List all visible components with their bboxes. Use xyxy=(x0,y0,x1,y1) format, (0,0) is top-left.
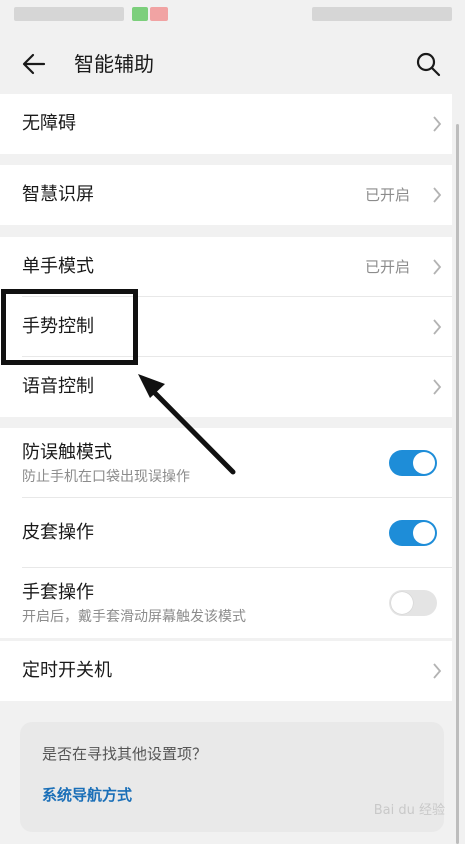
menu-item-accessibility[interactable]: 无障碍 xyxy=(0,94,452,154)
status-icons-left xyxy=(14,7,124,21)
menu-item-label: 定时开关机 xyxy=(22,660,112,681)
chevron-right-icon xyxy=(433,663,442,679)
scrollbar[interactable] xyxy=(456,124,459,844)
section-schedule: 定时开关机 xyxy=(0,641,452,701)
toggle-knob xyxy=(413,522,435,544)
menu-item-description: 开启后，戴手套滑动屏幕触发该模式 xyxy=(22,609,246,625)
toggle-knob xyxy=(413,452,435,474)
glove-toggle[interactable] xyxy=(389,590,437,616)
status-icons-right xyxy=(312,7,452,21)
menu-item-label: 皮套操作 xyxy=(22,522,94,543)
menu-item-anti-mistouch: 防误触模式 防止手机在口袋出现误操作 xyxy=(0,428,452,498)
back-arrow-icon[interactable] xyxy=(20,50,48,78)
menu-item-schedule[interactable]: 定时开关机 xyxy=(0,641,452,701)
system-navigation-link[interactable]: 系统导航方式 xyxy=(42,785,132,805)
chevron-right-icon xyxy=(433,187,442,203)
search-icon[interactable] xyxy=(414,50,442,78)
menu-item-glove: 手套操作 开启后，戴手套滑动屏幕触发该模式 xyxy=(0,568,452,638)
watermark: Bai du 经验 xyxy=(373,803,445,818)
chevron-right-icon xyxy=(433,379,442,395)
menu-item-label: 语音控制 xyxy=(22,376,94,397)
menu-item-smart-screen[interactable]: 智慧识屏 已开启 xyxy=(0,165,452,225)
section-toggles: 防误触模式 防止手机在口袋出现误操作 皮套操作 手套操作 开启后，戴手套滑动屏幕… xyxy=(0,428,452,638)
menu-item-label: 手套操作 xyxy=(22,582,94,603)
highlight-annotation-box xyxy=(1,289,138,365)
status-value: 已开启 xyxy=(364,258,410,276)
menu-item-label: 单手模式 xyxy=(22,256,94,277)
menu-item-voice[interactable]: 语音控制 xyxy=(0,357,452,417)
status-value: 已开启 xyxy=(364,186,410,204)
menu-item-description: 防止手机在口袋出现误操作 xyxy=(22,469,190,485)
anti-mistouch-toggle[interactable] xyxy=(389,450,437,476)
section-smart-screen: 智慧识屏 已开启 xyxy=(0,165,452,225)
toggle-knob xyxy=(391,592,413,614)
chevron-right-icon xyxy=(433,259,442,275)
status-bar xyxy=(0,0,465,34)
section-accessibility: 无障碍 xyxy=(0,94,452,154)
menu-item-one-hand[interactable]: 单手模式 已开启 xyxy=(0,237,452,297)
app-header: 智能辅助 xyxy=(0,34,465,92)
menu-item-label: 无障碍 xyxy=(22,113,76,134)
chevron-right-icon xyxy=(433,116,442,132)
page-title: 智能辅助 xyxy=(74,52,154,76)
suggestion-question: 是否在寻找其他设置项？ xyxy=(42,745,208,763)
menu-item-label: 防误触模式 xyxy=(22,442,112,463)
menu-item-cover: 皮套操作 xyxy=(0,498,452,568)
chevron-right-icon xyxy=(433,319,442,335)
signal-indicator xyxy=(132,7,148,21)
menu-item-label: 智慧识屏 xyxy=(22,184,94,205)
cover-toggle[interactable] xyxy=(389,520,437,546)
status-indicator xyxy=(150,7,168,21)
